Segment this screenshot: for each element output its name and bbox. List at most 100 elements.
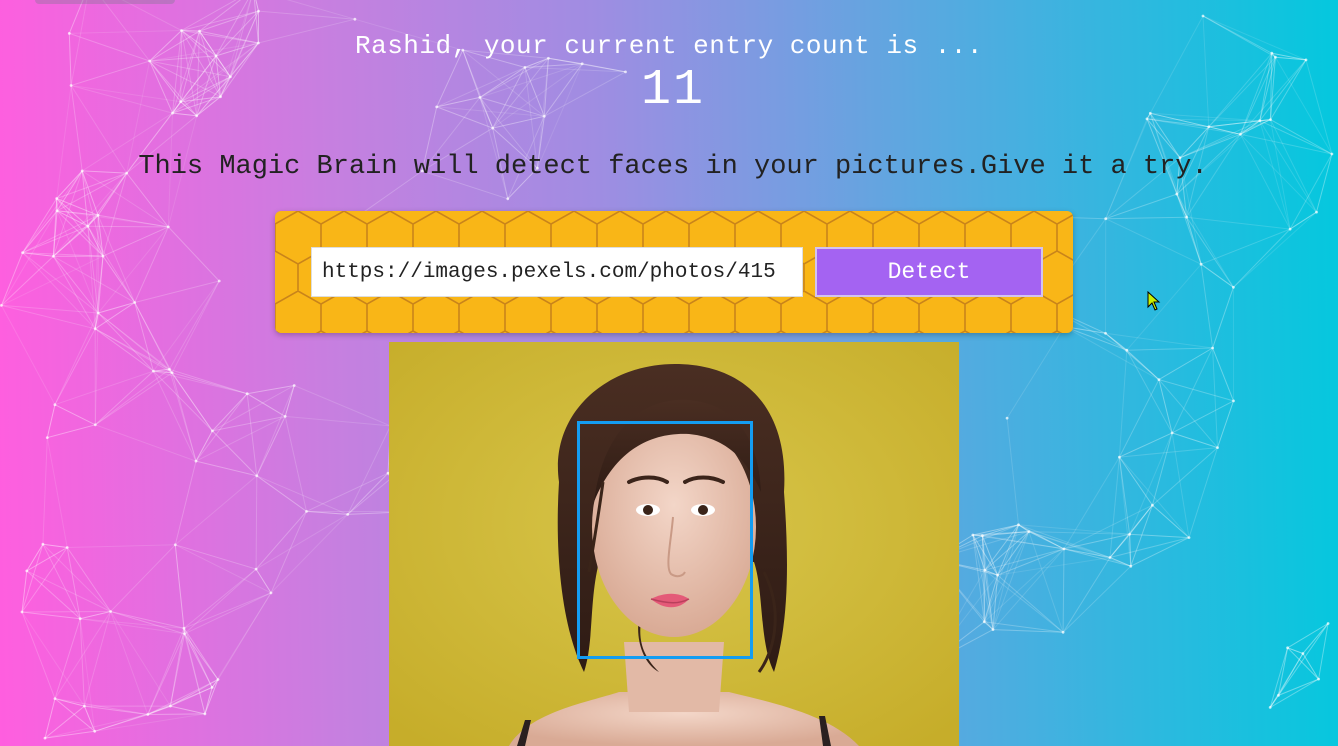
particle-dot — [146, 713, 150, 716]
particle-link — [1006, 326, 1065, 419]
particle-dot — [292, 384, 296, 387]
particle-link — [66, 547, 81, 619]
particle-dot — [86, 224, 90, 228]
particle-link — [26, 543, 44, 572]
entry-count-number: 11 — [640, 62, 705, 119]
particle-link — [1186, 217, 1202, 265]
particle-dot — [1104, 331, 1107, 335]
particle-link — [168, 369, 197, 462]
particle-dot — [166, 225, 170, 229]
particle-dot — [20, 610, 24, 614]
particle-link — [285, 415, 391, 427]
particle-link — [46, 404, 56, 438]
particle-dot — [1326, 622, 1330, 625]
particle-dot — [152, 369, 155, 373]
particle-link — [270, 511, 307, 594]
particle-dot — [254, 567, 258, 571]
particle-dot — [169, 704, 172, 708]
detect-button[interactable]: Detect — [815, 247, 1043, 297]
particle-link — [134, 226, 169, 303]
particle-link — [98, 214, 169, 228]
particle-link — [42, 543, 68, 548]
particle-link — [1109, 537, 1190, 558]
particle-link — [1212, 347, 1218, 448]
particle-dot — [55, 209, 59, 213]
particle-link — [0, 252, 24, 306]
particle-link — [67, 544, 176, 548]
particle-link — [68, 0, 84, 34]
particle-dot — [996, 573, 999, 577]
particle-link — [174, 460, 197, 545]
particle-link — [1105, 193, 1177, 220]
particle-link — [94, 370, 154, 426]
particle-link — [80, 618, 185, 629]
entry-count-text: Rashid, your current entry count is ... — [355, 31, 983, 61]
particle-link — [1270, 119, 1333, 155]
particle-dot — [491, 126, 495, 130]
particle-link — [1118, 350, 1128, 458]
particle-dot — [1207, 125, 1211, 129]
particle-dot — [1125, 348, 1129, 352]
particle-link — [972, 534, 983, 537]
particle-link — [1289, 211, 1317, 230]
particle-link — [294, 385, 391, 427]
particle-dot — [269, 591, 273, 595]
particle-dot — [65, 546, 69, 549]
image-url-input[interactable] — [311, 247, 803, 297]
particle-dot — [1286, 646, 1289, 650]
particle-dot — [1232, 399, 1235, 403]
particle-dot — [93, 729, 97, 733]
particle-link — [22, 210, 58, 254]
particle-link — [184, 633, 213, 688]
particle-dot — [305, 510, 308, 513]
face-bounding-box — [577, 421, 753, 659]
particle-dot — [101, 254, 105, 258]
particle-link — [1126, 349, 1160, 380]
particle-dot — [1268, 706, 1272, 709]
particle-link — [1233, 211, 1317, 288]
particle-link — [1318, 623, 1329, 680]
particle-link — [168, 280, 220, 370]
particle-link — [52, 256, 96, 330]
particle-dot — [1017, 523, 1020, 527]
particle-link — [255, 475, 258, 570]
particle-dot — [1108, 556, 1112, 559]
particle-link — [347, 425, 391, 515]
particle-dot — [1061, 630, 1065, 634]
particle-link — [212, 430, 258, 477]
particle-dot — [1128, 532, 1131, 536]
particle-link — [153, 370, 248, 395]
particle-link — [21, 611, 81, 620]
particle-link — [1151, 432, 1173, 506]
particle-link — [54, 611, 112, 699]
particle-link — [284, 416, 307, 512]
particle-link — [1105, 218, 1202, 265]
particle-link — [1233, 228, 1291, 288]
particle-link — [1118, 457, 1132, 567]
particle-link — [1146, 118, 1241, 135]
particle-link — [1126, 349, 1173, 434]
particle-dot — [983, 568, 987, 572]
particle-link — [181, 10, 259, 31]
particle-link — [22, 252, 96, 330]
particle-dot — [1187, 536, 1191, 539]
particle-link — [1, 255, 54, 306]
particle-link — [1109, 504, 1153, 558]
particle-link — [1200, 263, 1234, 288]
particle-link — [1, 255, 104, 306]
particle-link — [1119, 456, 1190, 538]
mouse-pointer-icon — [1147, 291, 1161, 311]
uploaded-photo — [389, 342, 959, 746]
particle-link — [183, 568, 257, 629]
particle-link — [26, 547, 68, 572]
particle-link — [66, 547, 112, 612]
particle-link — [42, 437, 48, 545]
particle-dot — [1175, 192, 1179, 196]
particle-dot — [1118, 455, 1121, 459]
particle-link — [47, 424, 96, 439]
particle-dot — [346, 513, 350, 516]
particle-link — [22, 252, 99, 314]
particle-dot — [96, 213, 100, 217]
particle-dot — [255, 474, 259, 478]
particle-link — [184, 633, 219, 680]
